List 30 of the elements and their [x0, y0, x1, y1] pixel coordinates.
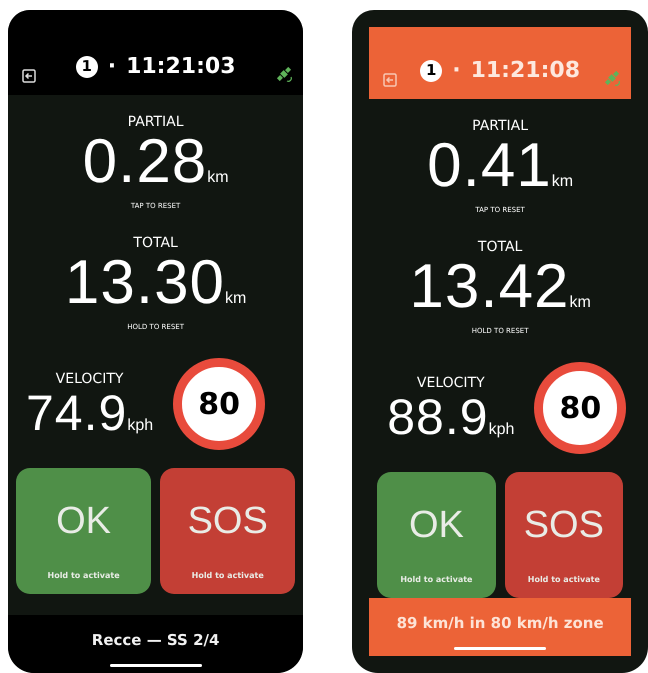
distance-label: PARTIAL [128, 113, 184, 131]
speed-limit-sign: 80 [173, 358, 266, 450]
unit-label: kph [127, 418, 154, 434]
distance-label: PARTIAL [472, 117, 528, 135]
velocity-value: 88.9 [387, 392, 489, 442]
unit-label: km [570, 294, 591, 310]
clock-time: 11:21:08 [470, 57, 580, 85]
status-text: 89 km/h in 80 km/h zone [396, 613, 604, 634]
partial-distance-value: 0.41 [427, 135, 552, 197]
unit-label: kph [488, 422, 514, 438]
distance-label: TOTAL [478, 238, 522, 256]
separator-dot: · [108, 53, 116, 81]
velocity-value: 74.9 [26, 388, 128, 438]
distance-label: TOTAL [133, 234, 178, 252]
clock-time: 11:21:03 [126, 53, 236, 81]
velocity-label: VELOCITY [416, 374, 485, 392]
total-distance-value: 13.42 [409, 256, 570, 318]
sos-button[interactable]: SOS Hold to activate [504, 472, 624, 598]
unit-label: km [225, 290, 246, 306]
speed-limit-sign: 80 [534, 362, 626, 454]
unit-label: km [552, 174, 574, 190]
separator-dot: · [452, 57, 461, 85]
partial-distance-value: 0.28 [82, 131, 208, 193]
status-text: Recce — SS 2/4 [92, 630, 220, 651]
stage-number: 1 [76, 56, 98, 78]
stage-number: 1 [420, 60, 442, 82]
velocity-label: VELOCITY [56, 370, 124, 388]
sos-button[interactable]: SOS Hold to activate [160, 468, 296, 594]
total-distance-value: 13.30 [64, 252, 226, 314]
unit-label: km [207, 170, 229, 186]
